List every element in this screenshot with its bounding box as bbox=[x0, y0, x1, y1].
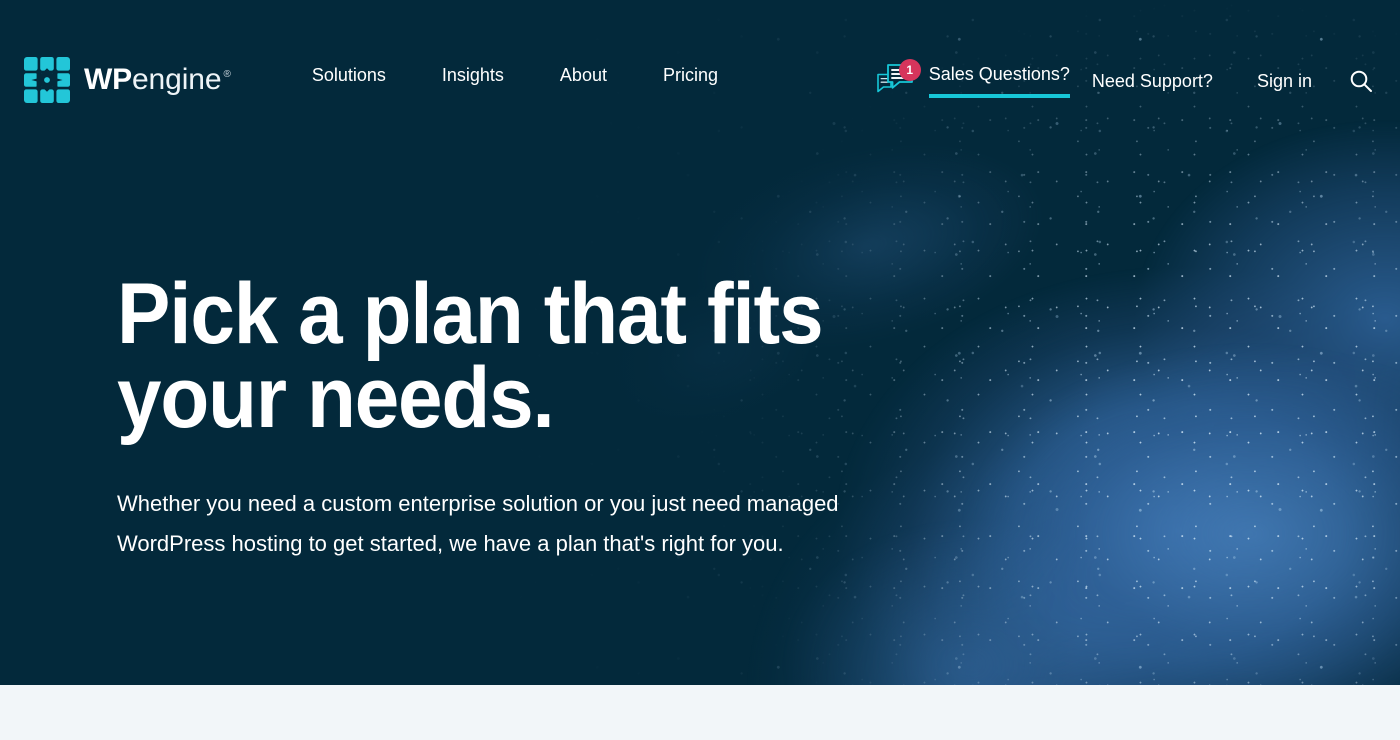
hero-section: WP engine ® Solutions Insights About Prici… bbox=[0, 0, 1400, 685]
nav-item-sign-in[interactable]: Sign in bbox=[1235, 71, 1334, 92]
registered-mark: ® bbox=[223, 69, 231, 80]
below-fold-section bbox=[0, 685, 1400, 740]
search-icon bbox=[1350, 70, 1372, 92]
logo-engine-text: engine bbox=[131, 63, 222, 96]
logo-wordmark: WP engine ® bbox=[84, 63, 231, 97]
nav-item-solutions[interactable]: Solutions bbox=[284, 65, 414, 86]
sales-questions-link[interactable]: 1 Sales Questions? bbox=[875, 59, 1070, 101]
nav-item-about[interactable]: About bbox=[532, 65, 635, 86]
search-button[interactable] bbox=[1344, 64, 1378, 98]
logo-link[interactable]: WP engine ® bbox=[24, 57, 231, 103]
sales-questions-label: Sales Questions? bbox=[928, 64, 1070, 84]
nav-item-pricing[interactable]: Pricing bbox=[635, 65, 746, 86]
nav-primary-links: Solutions Insights About Pricing bbox=[284, 57, 746, 86]
logo-wp-text: WP bbox=[84, 63, 132, 96]
nav-right-group: 1 Sales Questions? Need Support? Sign in bbox=[875, 57, 1400, 101]
hero-subtitle: Whether you need a custom enterprise sol… bbox=[117, 491, 839, 556]
chat-unread-badge: 1 bbox=[898, 59, 921, 81]
sales-active-underline bbox=[928, 94, 1070, 98]
nav-left-group: WP engine ® bbox=[0, 57, 231, 103]
hero-copy: Pick a plan that fits your needs. Whethe… bbox=[117, 266, 876, 564]
main-navigation: WP engine ® Solutions Insights About Prici… bbox=[0, 0, 1400, 160]
sales-questions-label-wrap: Sales Questions? bbox=[928, 64, 1070, 98]
nav-item-need-support[interactable]: Need Support? bbox=[1070, 71, 1235, 92]
chat-bubbles-icon-wrap: 1 bbox=[875, 59, 921, 101]
wp-engine-logo-mark bbox=[24, 57, 70, 103]
pricing-page: WP engine ® Solutions Insights About Prici… bbox=[0, 0, 1400, 740]
nav-item-insights[interactable]: Insights bbox=[414, 65, 532, 86]
hero-title: Pick a plan that fits your needs. bbox=[117, 266, 824, 446]
